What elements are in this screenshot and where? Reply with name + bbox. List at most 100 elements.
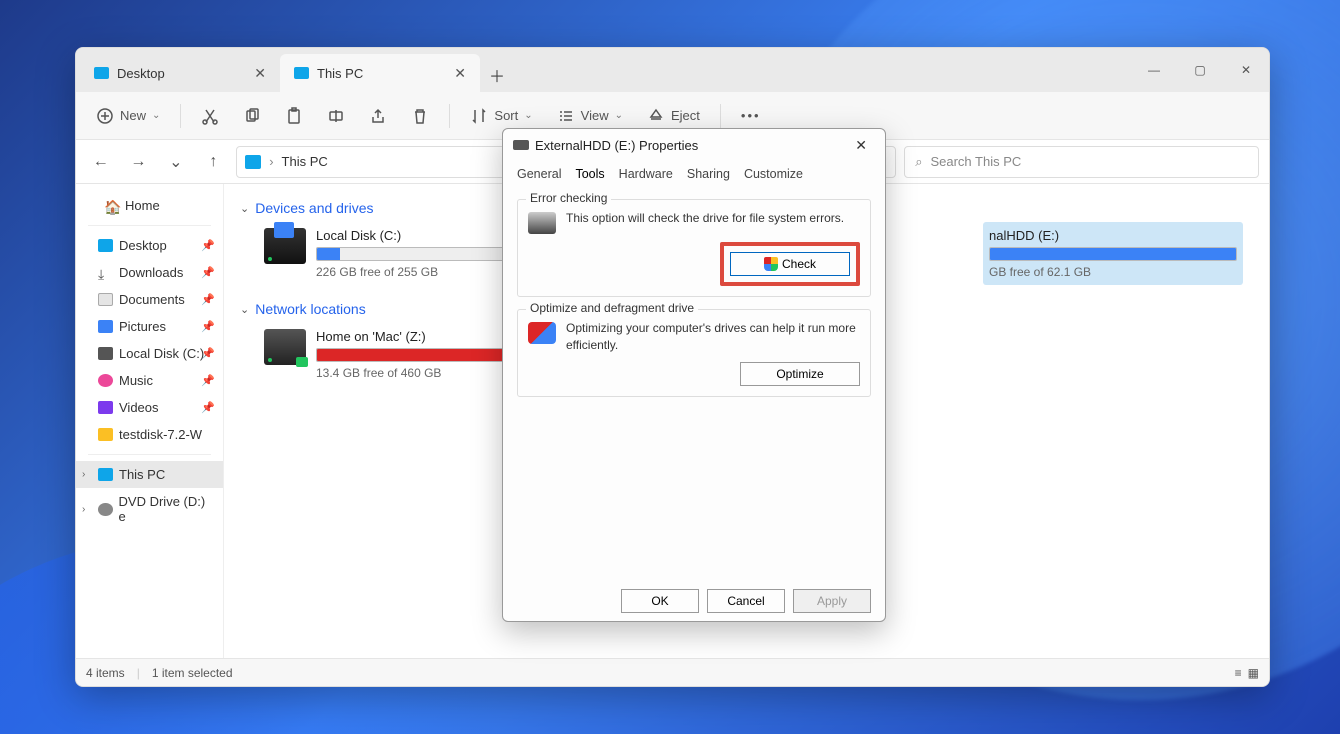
breadcrumb-location[interactable]: This PC <box>282 154 328 169</box>
sidebar-label: Music <box>119 373 153 388</box>
tab-tools[interactable]: Tools <box>575 161 604 189</box>
separator <box>720 104 721 128</box>
optimize-button-label: Optimize <box>776 367 823 381</box>
desktop-icon <box>94 67 109 79</box>
delete-button[interactable] <box>401 101 439 131</box>
pictures-icon <box>98 320 113 333</box>
downloads-icon <box>98 266 113 279</box>
back-button[interactable]: ← <box>86 147 116 177</box>
new-label: New <box>120 108 146 123</box>
folder-icon <box>98 428 113 441</box>
sidebar-item-home[interactable]: Home <box>76 192 223 219</box>
sidebar-label: This PC <box>119 467 165 482</box>
minimize-button[interactable]: — <box>1131 48 1177 92</box>
new-button[interactable]: New ⌄ <box>86 101 170 131</box>
ellipsis-icon: ••• <box>741 108 761 123</box>
defrag-icon <box>528 322 556 344</box>
copy-button[interactable] <box>233 101 271 131</box>
error-check-description: This option will check the drive for fil… <box>566 210 860 227</box>
sort-icon <box>470 107 488 125</box>
details-view-icon[interactable]: ≡ <box>1235 666 1242 680</box>
sidebar-item-downloads[interactable]: Downloads📌 <box>76 259 223 286</box>
tab-sharing[interactable]: Sharing <box>687 161 730 189</box>
drive-name: nalHDD (E:) <box>989 228 1237 243</box>
tab-general[interactable]: General <box>517 161 561 189</box>
forward-button[interactable]: → <box>124 147 154 177</box>
sidebar-item-music[interactable]: Music📌 <box>76 367 223 394</box>
drive-icon <box>264 228 306 264</box>
sort-button[interactable]: Sort ⌄ <box>460 101 542 131</box>
sidebar-item-localdisk[interactable]: Local Disk (C:)📌 <box>76 340 223 367</box>
cancel-button[interactable]: Cancel <box>707 589 785 613</box>
chevron-right-icon[interactable]: › <box>82 504 85 515</box>
dialog-titlebar[interactable]: ExternalHDD (E:) Properties ✕ <box>503 129 885 161</box>
sidebar-item-documents[interactable]: Documents📌 <box>76 286 223 313</box>
check-button[interactable]: Check <box>730 252 850 276</box>
tab-desktop[interactable]: Desktop ✕ <box>80 54 280 92</box>
maximize-button[interactable]: ▢ <box>1177 48 1223 92</box>
group-optimize: Optimize and defragment drive Optimizing… <box>517 309 871 397</box>
chevron-right-icon[interactable]: › <box>82 469 85 480</box>
pin-icon: 📌 <box>201 401 215 414</box>
pc-icon <box>98 468 113 481</box>
drive-network-z[interactable]: Home on 'Mac' (Z:) 13.4 GB free of 460 G… <box>258 323 518 386</box>
group-title: Error checking <box>526 191 611 205</box>
dialog-footer: OK Cancel Apply <box>503 581 885 621</box>
optimize-description: Optimizing your computer's drives can he… <box>566 320 860 354</box>
tab-label: This PC <box>317 66 363 81</box>
recent-button[interactable]: ⌄ <box>161 147 191 177</box>
close-tab-icon[interactable]: ✕ <box>454 65 466 82</box>
tab-customize[interactable]: Customize <box>744 161 803 189</box>
group-title: Optimize and defragment drive <box>526 301 698 315</box>
rename-icon <box>327 107 345 125</box>
sidebar-item-desktop[interactable]: Desktop📌 <box>76 232 223 259</box>
tab-label: Desktop <box>117 66 165 81</box>
location-icon <box>245 155 261 169</box>
sidebar-item-videos[interactable]: Videos📌 <box>76 394 223 421</box>
ok-button[interactable]: OK <box>621 589 699 613</box>
navigation-pane: Home Desktop📌 Downloads📌 Documents📌 Pict… <box>76 184 224 658</box>
drive-external-e[interactable]: nalHDD (E:) GB free of 62.1 GB <box>983 222 1243 285</box>
tab-this-pc[interactable]: This PC ✕ <box>280 54 480 92</box>
eject-button[interactable]: Eject <box>637 101 710 131</box>
chevron-down-icon: ⌄ <box>524 110 532 121</box>
sidebar-item-dvd[interactable]: › DVD Drive (D:) e <box>76 488 223 530</box>
drive-free-text: 226 GB free of 255 GB <box>316 265 512 279</box>
pin-icon: 📌 <box>201 347 215 360</box>
apply-button[interactable]: Apply <box>793 589 871 613</box>
pin-icon: 📌 <box>201 239 215 252</box>
sidebar-item-pictures[interactable]: Pictures📌 <box>76 313 223 340</box>
cut-button[interactable] <box>191 101 229 131</box>
sidebar-label: Local Disk (C:) <box>119 346 204 361</box>
desktop-icon <box>98 239 113 252</box>
rename-button[interactable] <box>317 101 355 131</box>
sidebar-item-testdisk[interactable]: testdisk-7.2-W <box>76 421 223 448</box>
close-tab-icon[interactable]: ✕ <box>254 65 266 82</box>
plus-circle-icon <box>96 107 114 125</box>
trash-icon <box>411 107 429 125</box>
separator <box>180 104 181 128</box>
close-button[interactable]: ✕ <box>1223 48 1269 92</box>
more-button[interactable]: ••• <box>731 102 771 129</box>
drive-local-c[interactable]: Local Disk (C:) 226 GB free of 255 GB <box>258 222 518 285</box>
thumbnails-view-icon[interactable]: ▦ <box>1248 666 1259 680</box>
check-button-label: Check <box>782 257 816 271</box>
new-tab-button[interactable]: ＋ <box>480 58 514 92</box>
drive-free-text: 13.4 GB free of 460 GB <box>316 366 512 380</box>
paste-button[interactable] <box>275 101 313 131</box>
search-icon: ⌕ <box>915 154 922 170</box>
share-button[interactable] <box>359 101 397 131</box>
sidebar-label: Downloads <box>119 265 183 280</box>
optimize-button[interactable]: Optimize <box>740 362 860 386</box>
group-error-checking: Error checking This option will check th… <box>517 199 871 297</box>
music-icon <box>98 374 113 387</box>
status-selected: 1 item selected <box>152 666 233 680</box>
up-button[interactable]: ↑ <box>199 147 229 177</box>
dialog-close-button[interactable]: ✕ <box>847 135 875 156</box>
sidebar-item-thispc[interactable]: › This PC <box>76 461 223 488</box>
sidebar-label: Documents <box>119 292 185 307</box>
view-button[interactable]: View ⌄ <box>547 101 633 131</box>
search-box[interactable]: ⌕ Search This PC <box>904 146 1259 178</box>
sidebar-label: DVD Drive (D:) e <box>119 494 213 524</box>
tab-hardware[interactable]: Hardware <box>619 161 673 189</box>
